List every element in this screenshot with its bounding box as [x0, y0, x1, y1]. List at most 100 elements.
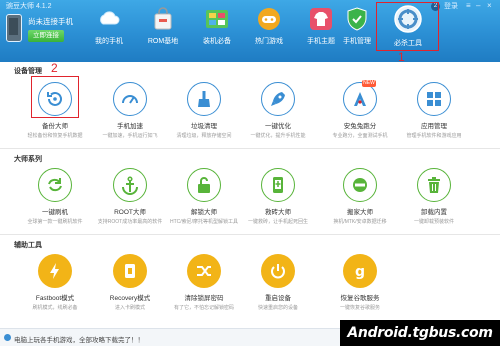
apps-grid-icon [204, 6, 230, 32]
tile-desc: 一键卸载预装软件 [413, 219, 454, 225]
svg-text:g: g [355, 264, 365, 280]
recovery-icon [113, 254, 147, 288]
tile-root-master[interactable]: ROOT大师 支持ROOT成功率最高的软件 [92, 168, 168, 225]
connect-now-button[interactable]: 立即连接 [28, 30, 64, 42]
section-title-device: 设备管理 [14, 68, 42, 75]
tile-desc: 管理手机软件和游戏应用 [406, 133, 462, 139]
tile-unlock-master[interactable]: 解锁大师 HTC/索尼/摩托等机型解锁工具 [166, 168, 242, 225]
connection-status: 尚未连接手机 [28, 17, 73, 26]
tile-name: 一键刷机 [42, 209, 68, 216]
nav-my-phone[interactable]: 我的手机 [84, 6, 134, 62]
watermark: Android.tgbus.com [340, 320, 500, 346]
shuffle-icon [187, 254, 221, 288]
tile-name: 救砖大师 [265, 209, 291, 216]
nav-phone-management[interactable]: 手机管理 [332, 6, 382, 62]
footer-message[interactable]: 电脑上玩各手机游戏，全部攻略下载完了！！ [14, 334, 144, 344]
tile-one-click-flash[interactable]: 一键刷机 全球第一款一键刷机软件 [17, 168, 93, 225]
phone-icon [6, 14, 22, 42]
info-icon [4, 334, 11, 341]
broom-icon [187, 82, 221, 116]
watermark-text: Android.tgbus.com [347, 325, 493, 341]
nav-label: 手机管理 [343, 38, 371, 45]
tile-name: 清除锁屏密码 [184, 295, 224, 302]
tile-phone-boost[interactable]: 手机加速 一键加速，手机运行如飞 [92, 82, 168, 139]
tile-desc: 一键恢复谷歌服务 [339, 305, 380, 311]
speedometer-icon [113, 82, 147, 116]
tshirt-icon [308, 6, 334, 32]
tile-name: 一键优化 [265, 123, 291, 130]
minimize-icon[interactable]: – [476, 1, 480, 10]
tile-desc: 有了它，不怕忘记解锁密码 [173, 305, 234, 311]
cloud-icon [96, 6, 122, 32]
antutu-icon [343, 82, 377, 116]
tile-desc: 清理垃圾，释放存储空间 [176, 133, 232, 139]
login-link[interactable]: 登录 [444, 1, 458, 11]
unlock-icon [187, 168, 221, 202]
tile-desc: 轻松备份和恢复手机数据 [27, 133, 83, 139]
nav-essential-apps[interactable]: 装机必备 [192, 6, 242, 62]
nav-label: 热门游戏 [255, 38, 283, 45]
shield-icon [344, 6, 370, 32]
tile-name: 备份大师 [42, 123, 68, 130]
tile-desc: 进入卡刷模式 [114, 305, 145, 311]
section-divider [0, 148, 500, 149]
tile-one-click-optimize[interactable]: 一键优化 一键优化，提升手机性能 [240, 82, 316, 139]
phone-rescue-icon [261, 168, 295, 202]
google-icon: g [343, 254, 377, 288]
anchor-icon [113, 168, 147, 202]
tile-name: 卸载内置 [421, 209, 447, 216]
tile-name: 安兔兔跑分 [343, 123, 377, 130]
tile-antutu-benchmark[interactable]: 安兔兔跑分 专业跑分，全面测试手机 [322, 82, 398, 139]
tile-desc: 一键优化，提升手机性能 [250, 133, 306, 139]
tile-name: 重启设备 [265, 295, 291, 302]
tile-desc: 换机/MTK/安卓数据迁移 [333, 219, 387, 225]
tile-name: 解锁大师 [191, 209, 217, 216]
section-title-master: 大师系列 [14, 156, 42, 163]
annotation-number-2: 2 [51, 61, 58, 75]
nav-label: 装机必备 [203, 38, 231, 45]
tile-name: 手机加速 [117, 123, 143, 130]
close-icon[interactable]: × [487, 1, 492, 10]
menu-icon[interactable]: ≡ [466, 1, 471, 10]
nav-label: 我的手机 [95, 38, 123, 45]
lightning-icon [38, 254, 72, 288]
tile-name: 搬家大师 [347, 209, 373, 216]
tile-rescue-master[interactable]: 救砖大师 一键救砖，让手机起死回生 [240, 168, 316, 225]
nav-rom-base[interactable]: ROM基地 [138, 6, 188, 62]
shopping-bag-icon [150, 6, 176, 32]
tile-app-management[interactable]: 应用管理 管理手机软件和游戏应用 [396, 82, 472, 139]
tile-name: Fastboot模式 [35, 295, 75, 302]
tile-uninstall-builtin[interactable]: 卸载内置 一键卸载预装软件 [396, 168, 472, 225]
tile-name: 应用管理 [421, 123, 447, 130]
tile-move-master[interactable]: 搬家大师 换机/MTK/安卓数据迁移 [322, 168, 398, 225]
section-title-aux: 辅助工具 [14, 242, 42, 249]
nav-label: ROM基地 [147, 38, 179, 45]
tile-desc: 一键救砖，让手机起死回生 [247, 219, 308, 225]
rocket-icon [261, 82, 295, 116]
tile-desc: 支持ROOT成功率最高的软件 [97, 219, 163, 225]
annotation-box-2 [31, 76, 79, 118]
nav-hot-games[interactable]: 热门游戏 [244, 6, 294, 62]
tile-fastboot-mode[interactable]: Fastboot模式 刷机模式，线刷必备 [17, 254, 93, 311]
power-icon [261, 254, 295, 288]
tile-name: 恢复谷歌服务 [340, 295, 380, 302]
gamepad-icon [256, 6, 282, 32]
tile-name: Recovery模式 [109, 295, 151, 302]
trash-icon [417, 168, 451, 202]
tile-restore-google-services[interactable]: g 恢复谷歌服务 一键恢复谷歌服务 [322, 254, 398, 311]
annotation-number-1: 1 [398, 50, 405, 64]
tile-clear-lock-password[interactable]: 清除锁屏密码 有了它，不怕忘记解锁密码 [166, 254, 242, 311]
tile-name: ROOT大师 [114, 209, 146, 216]
tile-restart-device[interactable]: 重启设备 快速重启您的设备 [240, 254, 316, 311]
tile-name: 垃圾清理 [191, 123, 217, 130]
section-divider [0, 234, 500, 235]
tile-desc: 一键加速，手机运行如飞 [102, 133, 158, 139]
tile-desc: HTC/索尼/摩托等机型解锁工具 [169, 219, 239, 225]
annotation-box-1 [376, 2, 439, 51]
new-badge: NEW [362, 80, 376, 87]
tile-junk-clean[interactable]: 垃圾清理 清理垃圾，释放存储空间 [166, 82, 242, 139]
tile-recovery-mode[interactable]: Recovery模式 进入卡刷模式 [92, 254, 168, 311]
tile-desc: 专业跑分，全面测试手机 [332, 133, 388, 139]
tile-desc: 全球第一款一键刷机软件 [27, 219, 83, 225]
app-title: 豌豆大师 4.1.2 [6, 3, 52, 10]
